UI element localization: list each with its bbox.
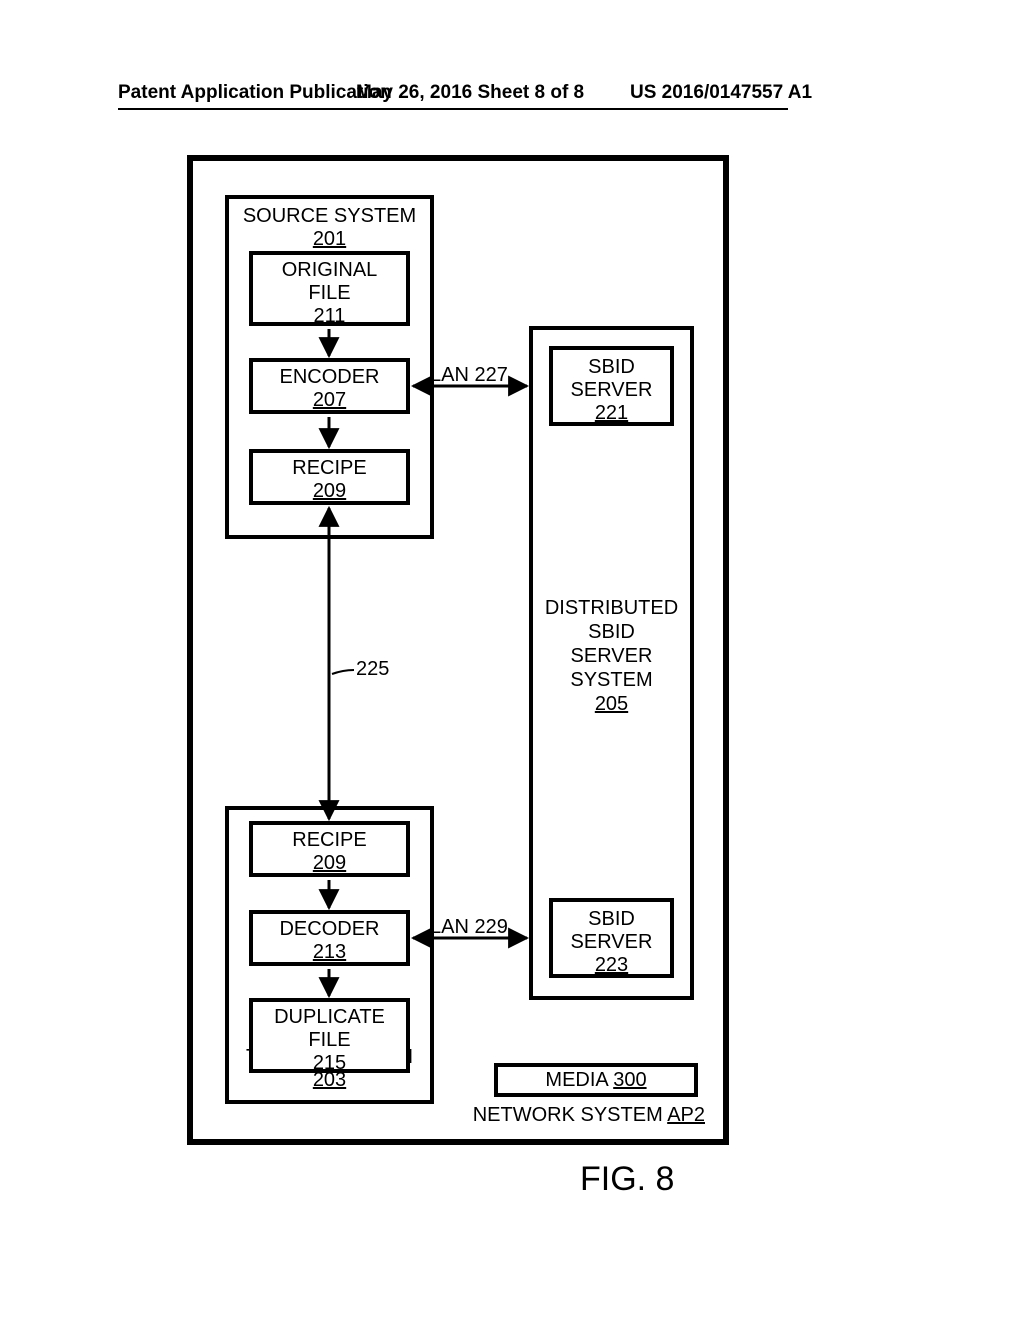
sbid-l2: SBID xyxy=(536,620,687,644)
sbid-l1: DISTRIBUTED xyxy=(536,596,687,620)
header-right: US 2016/0147557 A1 xyxy=(630,82,812,104)
recipe-lower-ref: 209 xyxy=(253,852,406,875)
recipe-lower-title: RECIPE xyxy=(253,829,406,852)
duplicate-file-ref: 215 xyxy=(253,1052,406,1075)
sbid-system-caption: DISTRIBUTED SBID SERVER SYSTEM 205 xyxy=(536,596,687,716)
figure-label: FIG. 8 xyxy=(580,1160,674,1199)
source-system-ref: 201 xyxy=(229,228,430,251)
duplicate-file-title-2: FILE xyxy=(308,1029,350,1051)
header-mid: May 26, 2016 Sheet 8 of 8 xyxy=(356,82,584,104)
sbid-lower-l1: SBID xyxy=(588,908,635,930)
lan-lower-label: LAN 229 xyxy=(430,916,508,939)
header-left: Patent Application Publication xyxy=(118,82,392,104)
network-system-title: NETWORK SYSTEM xyxy=(473,1104,663,1126)
media-title: MEDIA xyxy=(545,1069,608,1092)
encoder-ref: 207 xyxy=(253,389,406,412)
recipe-lower-box: RECIPE 209 xyxy=(249,821,410,877)
original-file-box: ORIGINALFILE 211 xyxy=(249,251,410,326)
sbid-upper-ref: 221 xyxy=(553,402,670,425)
sbid-l4: SYSTEM xyxy=(536,668,687,692)
original-file-title-2: FILE xyxy=(308,282,350,304)
page: Patent Application Publication May 26, 2… xyxy=(0,0,1024,1320)
lan-upper-label: LAN 227 xyxy=(430,364,508,387)
sbid-l3: SERVER xyxy=(536,644,687,668)
decoder-box: DECODER 213 xyxy=(249,910,410,966)
network-system-ref: AP2 xyxy=(667,1104,705,1126)
encoder-box: ENCODER 207 xyxy=(249,358,410,414)
sbid-server-upper-box: SBIDSERVER 221 xyxy=(549,346,674,426)
header-rule xyxy=(118,108,788,110)
encoder-title: ENCODER xyxy=(253,366,406,389)
media-ref: 300 xyxy=(613,1069,646,1092)
decoder-title: DECODER xyxy=(253,918,406,941)
recipe-link-ref: 225 xyxy=(356,658,389,681)
sbid-lower-ref: 223 xyxy=(553,954,670,977)
recipe-upper-title: RECIPE xyxy=(253,457,406,480)
source-system-title: SOURCE SYSTEM xyxy=(229,205,430,228)
decoder-ref: 213 xyxy=(253,941,406,964)
recipe-upper-box: RECIPE 209 xyxy=(249,449,410,505)
network-system-label: NETWORK SYSTEM AP2 xyxy=(473,1104,705,1127)
duplicate-file-title-1: DUPLICATE xyxy=(274,1006,385,1028)
sbid-lower-l2: SERVER xyxy=(571,931,653,953)
sbid-upper-l2: SERVER xyxy=(571,379,653,401)
media-box: MEDIA 300 xyxy=(494,1063,698,1097)
sbid-system-ref: 205 xyxy=(536,692,687,716)
original-file-ref: 211 xyxy=(253,305,406,328)
recipe-upper-ref: 209 xyxy=(253,480,406,503)
original-file-title-1: ORIGINAL xyxy=(282,259,378,281)
duplicate-file-box: DUPLICATEFILE 215 xyxy=(249,998,410,1073)
sbid-upper-l1: SBID xyxy=(588,356,635,378)
sbid-server-lower-box: SBIDSERVER 223 xyxy=(549,898,674,978)
